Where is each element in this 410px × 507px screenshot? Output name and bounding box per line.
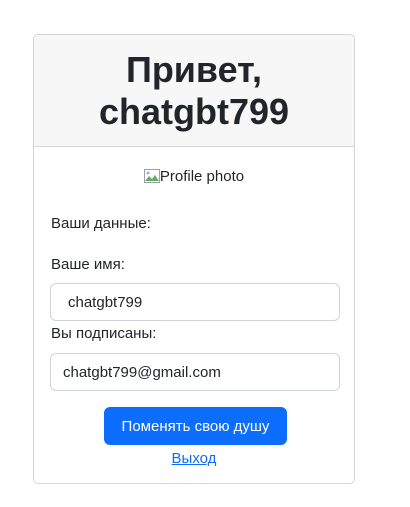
name-label: Ваше имя: [51, 256, 125, 273]
page-title: Привет, chatgbt799 [98, 48, 290, 132]
profile-photo-alt-text: Profile photo [159, 167, 245, 185]
email-field[interactable]: chatgbt799@gmail.com [50, 353, 340, 391]
card-header: Привет, chatgbt799 [34, 35, 354, 147]
logout-link[interactable]: Выход [172, 450, 217, 467]
name-field[interactable]: chatgbt799 [50, 283, 340, 321]
change-soul-button[interactable]: Поменять свою душу [104, 407, 287, 445]
broken-image-icon [143, 169, 160, 183]
email-value: chatgbt799@gmail.com [63, 363, 221, 381]
subscribed-label: Вы подписаны: [51, 325, 157, 342]
profile-card: Привет, chatgbt799 Profile photo Ваши да… [33, 34, 355, 484]
profile-photo: Profile photo [34, 166, 354, 186]
your-data-label: Ваши данные: [51, 215, 151, 232]
name-value: chatgbt799 [68, 293, 143, 311]
